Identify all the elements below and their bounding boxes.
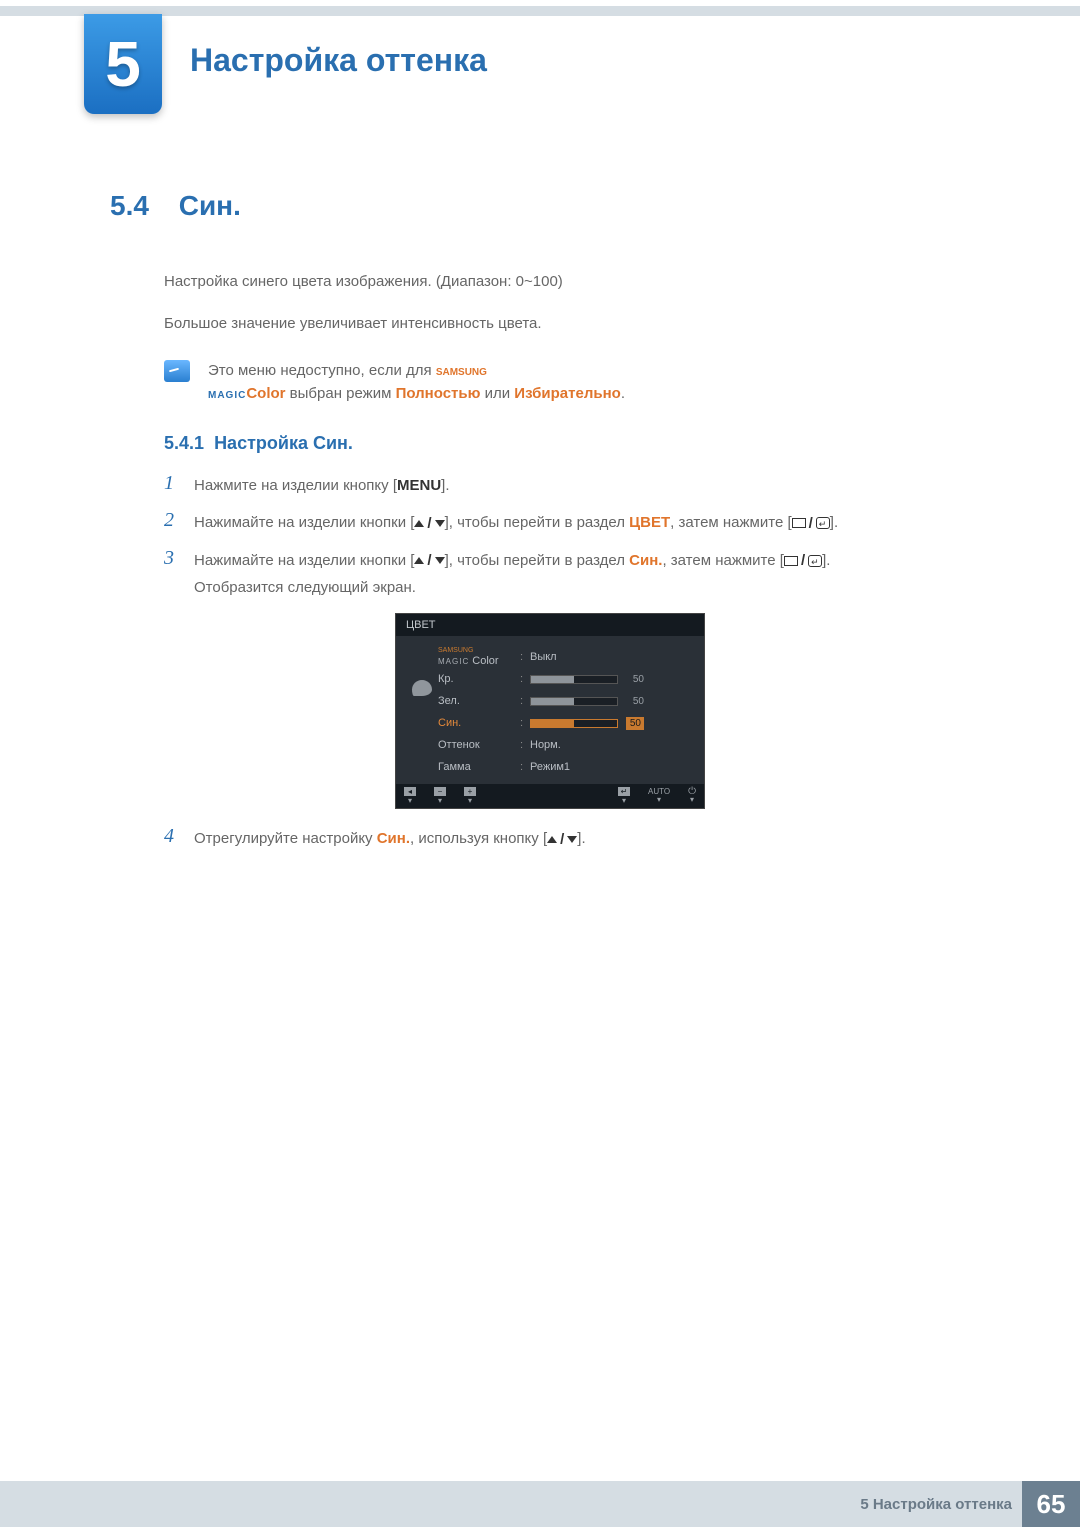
footer-page-number: 65 (1022, 1481, 1080, 1527)
note-block: Это меню недоступно, если для SAMSUNGMAG… (164, 360, 990, 405)
step-number: 1 (164, 472, 194, 495)
step-1: 1 Нажмите на изделии кнопку [MENU]. (164, 472, 990, 499)
osd-enter-icon: ↵▾ (618, 787, 630, 805)
step-4: 4 Отрегулируйте настройку Син., использу… (164, 825, 990, 853)
intro-paragraph-1: Настройка синего цвета изображения. (Диа… (164, 270, 990, 294)
page-footer: 5 Настройка оттенка 65 (0, 1481, 1080, 1527)
chapter-title: Настройка оттенка (190, 42, 487, 79)
subsection-title: 5.4.1 Настройка Син. (164, 433, 990, 454)
osd-slider-blue (530, 719, 618, 728)
osd-slider-red (530, 675, 618, 684)
section-title: 5.4 Син. (110, 190, 990, 222)
menu-button-label: MENU (397, 477, 441, 494)
osd-minus-icon: −▾ (434, 787, 446, 805)
step-text: Нажимайте на изделии кнопки [/], чтобы п… (194, 547, 830, 602)
osd-row-zel: Зел. : 50 (438, 690, 694, 712)
step-text: Нажимайте на изделии кнопки [/], чтобы п… (194, 509, 838, 537)
step-3: 3 Нажимайте на изделии кнопки [/], чтобы… (164, 547, 990, 602)
step-number: 2 (164, 509, 194, 532)
osd-row-gamma: Гамма : Режим1 (438, 756, 694, 778)
osd-back-icon: ◂▾ (404, 787, 416, 805)
step-text: Отрегулируйте настройку Син., используя … (194, 825, 586, 853)
intro-paragraph-2: Большое значение увеличивает интенсивнос… (164, 312, 990, 336)
step-text: Нажмите на изделии кнопку [MENU]. (194, 472, 450, 499)
source-enter-icon: / (784, 547, 822, 574)
chapter-tab: 5 (84, 14, 162, 114)
osd-row-tone: Оттенок : Норм. (438, 734, 694, 756)
note-text: Это меню недоступно, если для SAMSUNGMAG… (208, 360, 625, 405)
chapter-number: 5 (105, 27, 141, 101)
step-number: 3 (164, 547, 194, 570)
footer-chapter-label: 5 Настройка оттенка (860, 1496, 1012, 1513)
up-down-icon: / (414, 510, 444, 537)
step-number: 4 (164, 825, 194, 848)
header-band (0, 6, 1080, 16)
osd-title: ЦВЕТ (396, 614, 704, 636)
osd-power-icon: ⏻▾ (688, 788, 696, 804)
osd-row-magic: SAMSUNGMAGIC Color : Выкл (438, 646, 694, 668)
osd-plus-icon: +▾ (464, 787, 476, 805)
osd-slider-green (530, 697, 618, 706)
main-content: 5.4 Син. Настройка синего цвета изображе… (110, 190, 990, 863)
palette-icon (412, 680, 432, 696)
section-name: Син. (179, 190, 241, 221)
up-down-icon: / (414, 547, 444, 574)
section-number: 5.4 (110, 190, 149, 221)
osd-auto-label: AUTO▾ (648, 788, 670, 804)
osd-row-kr: Кр. : 50 (438, 668, 694, 690)
step-2: 2 Нажимайте на изделии кнопки [/], чтобы… (164, 509, 990, 537)
osd-body: SAMSUNGMAGIC Color : Выкл Кр. : 50 Зел. … (396, 636, 704, 784)
up-down-icon: / (547, 826, 577, 853)
osd-footer: ◂▾ −▾ +▾ ↵▾ AUTO▾ ⏻▾ (396, 784, 704, 808)
osd-row-sin: Син. : 50 (438, 712, 694, 734)
osd-menu: ЦВЕТ SAMSUNGMAGIC Color : Выкл Кр. : (395, 613, 705, 809)
source-enter-icon: / (792, 510, 830, 537)
note-icon (164, 360, 190, 382)
